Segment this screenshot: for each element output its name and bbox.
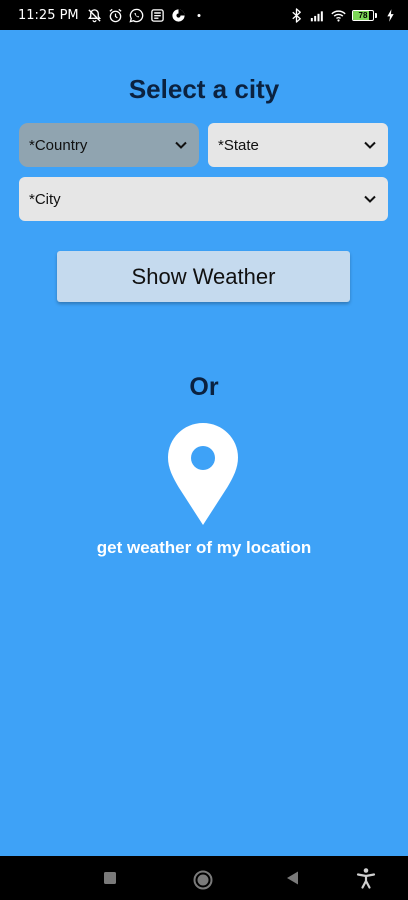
city-dropdown-label: *City [29, 190, 61, 208]
wifi-icon [331, 8, 346, 23]
chevron-down-icon [362, 137, 378, 153]
dot-icon [192, 8, 207, 23]
status-left: 11:25 PM [18, 8, 207, 23]
whatsapp-icon [129, 8, 144, 23]
status-bar: 11:25 PM 78 [0, 0, 408, 30]
country-dropdown-label: *Country [29, 136, 88, 154]
recents-icon[interactable] [100, 868, 120, 888]
chevron-down-icon [173, 137, 189, 153]
country-dropdown[interactable]: *Country [19, 123, 199, 167]
or-label: Or [189, 373, 219, 401]
charging-icon [383, 8, 398, 23]
home-icon[interactable] [191, 868, 215, 892]
battery-level: 78 [358, 10, 368, 20]
page-title: Select a city [128, 74, 280, 104]
state-dropdown[interactable]: *State [208, 123, 388, 167]
signal-icon [310, 8, 325, 23]
status-time: 11:25 PM [18, 7, 79, 23]
navigation-bar [0, 856, 408, 900]
show-weather-button[interactable]: Show Weather [57, 251, 350, 302]
app-circle-icon [171, 8, 186, 23]
news-icon [150, 8, 165, 23]
status-right: 78 [289, 7, 398, 23]
accessibility-icon[interactable] [354, 866, 378, 890]
battery-icon: 78 [352, 9, 377, 21]
state-dropdown-label: *State [218, 136, 259, 154]
alarm-icon [108, 8, 123, 23]
bluetooth-icon [289, 7, 304, 23]
city-dropdown[interactable]: *City [19, 177, 388, 221]
back-icon[interactable] [283, 868, 303, 888]
location-pin-icon[interactable] [165, 421, 241, 527]
get-my-location-weather-link[interactable]: get weather of my location [0, 538, 408, 558]
muted-notifications-icon [87, 8, 102, 23]
chevron-down-icon [362, 191, 378, 207]
